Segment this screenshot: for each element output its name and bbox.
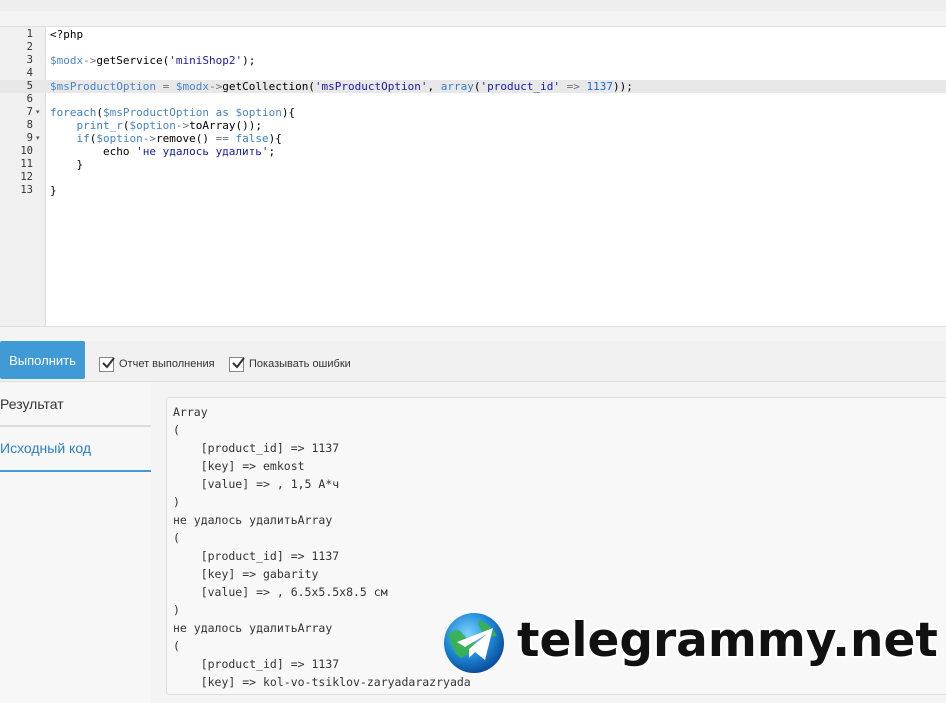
line-number: 2 [26,41,33,53]
output-line: ( [173,531,180,545]
code-line[interactable]: 11 } [0,158,946,171]
output-line: [product_id] => 1137 [173,441,340,455]
checkbox-checked-icon [229,356,245,372]
line-number: 4 [26,67,33,79]
line-number: 13 [20,184,33,196]
code-line[interactable]: 8 print_r($option->toArray()); [0,119,946,132]
output-line: [key] => emkost [173,459,305,473]
output-tabs: Результат Исходный код [0,382,151,703]
output-line: не удалось удалитьArray [173,513,333,527]
report-checkbox[interactable]: Отчет выполнения [99,354,215,374]
line-number: 9 [26,132,33,144]
code-line[interactable]: 5 $msProductOption = $modx->getCollection… [0,80,946,93]
output-line: [key] => gabarity [173,567,319,581]
line-number: 5 [26,80,33,92]
errors-checkbox-label: Показывать ошибки [249,358,351,370]
checkbox-checked-icon [99,356,115,372]
code-text: $msProductOption = $modx->getCollection(… [50,80,633,93]
code-line[interactable]: 9 ▾ if($option->remove() == false){ [0,132,946,145]
output-line: ) [173,495,180,509]
watermark-text: telegrammy.net [517,613,938,668]
code-text: <?php [50,28,84,41]
code-text: echo 'не удалось удалить'; [50,145,276,158]
code-line[interactable]: 7 ▾ foreach($msProductOption as $option){ [0,106,946,119]
report-checkbox-label: Отчет выполнения [119,358,215,370]
line-number: 1 [26,28,33,40]
telegram-globe-icon [444,613,504,673]
line-number: 6 [26,93,33,105]
code-text: print_r($option->toArray()); [76,119,262,132]
output-line: [value] => , 1,5 А*ч [173,477,340,491]
line-number: 12 [20,171,33,183]
top-bar [0,0,946,11]
code-line[interactable]: 3 $modx->getService('miniShop2'); [0,54,946,67]
code-line[interactable]: 10 echo 'не удалось удалить'; [0,145,946,158]
code-line[interactable]: 13} [0,184,946,197]
output-line: ( [173,423,180,437]
line-number: 11 [20,158,33,170]
code-text: } [50,184,57,197]
tab-source[interactable]: Исходный код [0,425,151,472]
run-toolbar: Выполнить Отчет выполнения Показывать ош… [0,341,946,382]
code-line[interactable]: 2 [0,41,946,54]
output-line: Array [173,405,208,419]
watermark: telegrammy.net [443,610,943,676]
fold-arrow-icon[interactable]: ▾ [36,106,40,119]
output-line: [value] => , 6.5x5.5x8.5 см [173,585,388,599]
code-text: foreach($msProductOption as $option){ [50,106,296,119]
output-line: [product_id] => 1137 [173,549,340,563]
code-line[interactable]: 12 [0,171,946,184]
code-line[interactable]: 1 <?php [0,28,946,41]
code-editor[interactable]: 1 <?php 2 3 $modx->getService('miniShop2'); 4… [0,26,946,327]
errors-checkbox[interactable]: Показывать ошибки [229,354,351,374]
run-button[interactable]: Выполнить [0,341,85,379]
line-number: 10 [20,145,33,157]
code-text: } [50,158,84,171]
code-line[interactable]: 4 [0,67,946,80]
code-text: $modx->getService('miniShop2'); [50,54,256,67]
line-number: 7 [26,106,33,118]
fold-arrow-icon[interactable]: ▾ [36,132,40,145]
line-number: 3 [26,54,33,66]
line-number: 8 [26,119,33,131]
tab-result[interactable]: Результат [0,382,151,427]
code-line[interactable]: 6 [0,93,946,106]
code-text: if($option->remove() == false){ [76,132,282,145]
